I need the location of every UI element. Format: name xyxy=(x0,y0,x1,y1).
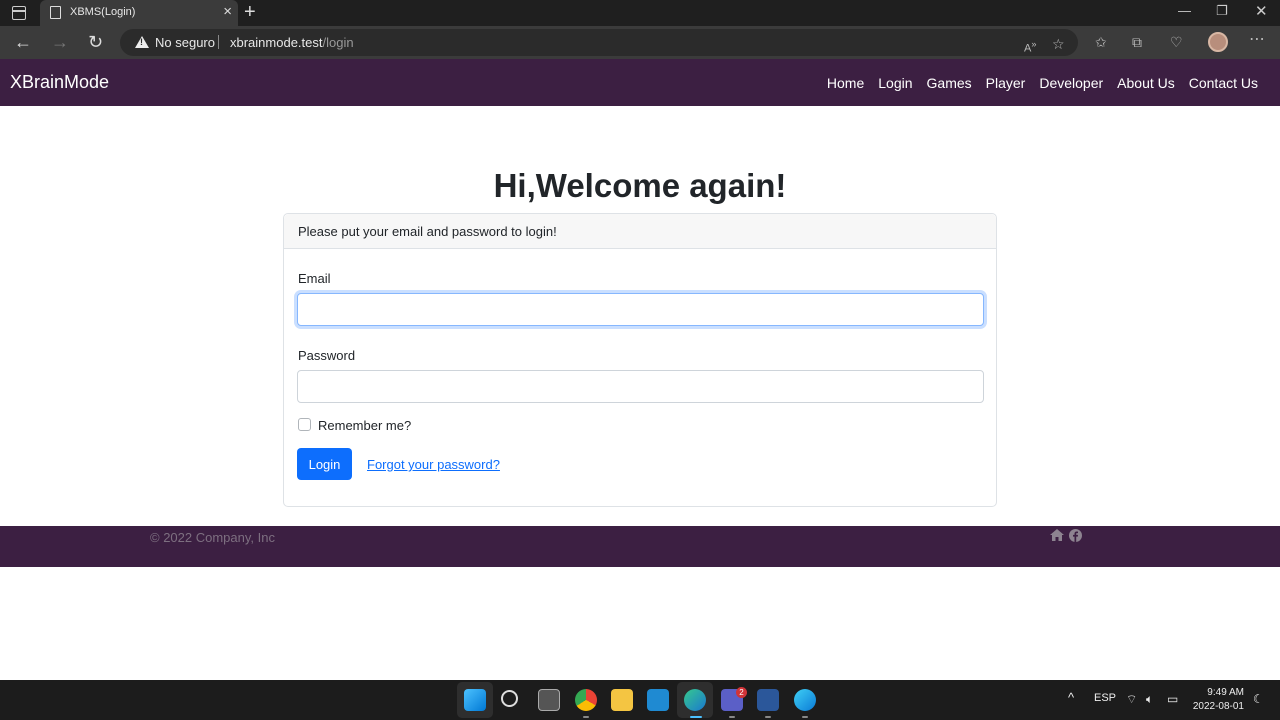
nav-contact-us[interactable]: Contact Us xyxy=(1189,75,1258,91)
site-footer: © 2022 Company, Inc xyxy=(0,526,1280,567)
favorites-icon[interactable]: ✩ xyxy=(1095,34,1107,50)
facebook-icon[interactable] xyxy=(1069,529,1082,545)
browser-tab-bar: XBMS(Login) × + — ❐ ✕ xyxy=(0,0,1280,26)
system-clock[interactable]: 9:49 AM 2022-08-01 xyxy=(1192,686,1244,714)
restore-icon[interactable]: ❐ xyxy=(1216,3,1228,19)
search-icon[interactable] xyxy=(501,690,518,707)
file-explorer-icon[interactable] xyxy=(611,689,633,711)
word-icon[interactable] xyxy=(757,689,779,711)
new-tab-icon[interactable]: + xyxy=(244,1,256,23)
remember-me-checkbox[interactable] xyxy=(298,418,311,431)
url-field[interactable]: No seguro xbrainmode.test/login A» ☆ xyxy=(120,29,1078,56)
app-running-indicator xyxy=(765,716,771,718)
notifications-icon[interactable]: ☾ xyxy=(1253,692,1264,706)
more-options-icon[interactable]: ⋯ xyxy=(1249,32,1265,48)
card-header: Please put your email and password to lo… xyxy=(284,214,996,249)
vscode-icon[interactable] xyxy=(647,689,669,711)
nav-player[interactable]: Player xyxy=(986,75,1026,91)
add-favorite-icon[interactable]: ☆ xyxy=(1052,36,1065,52)
tab-actions-icon[interactable] xyxy=(12,6,26,20)
notification-badge: 2 xyxy=(736,687,747,698)
app-running-indicator xyxy=(583,716,589,718)
chrome-icon[interactable] xyxy=(575,689,597,711)
site-navbar: XBrainMode Home Login Games Player Devel… xyxy=(0,59,1280,106)
nav-links: Home Login Games Player Developer About … xyxy=(827,75,1258,91)
edge-dev-icon[interactable] xyxy=(794,689,816,711)
collections-icon[interactable]: ⧉ xyxy=(1132,34,1142,50)
read-aloud-icon[interactable]: A» xyxy=(1024,36,1036,57)
password-label: Password xyxy=(298,348,356,363)
chevron-up-icon[interactable]: ^ xyxy=(1068,690,1074,705)
url-path: /login xyxy=(322,35,354,50)
remember-me-label[interactable]: Remember me? xyxy=(318,418,411,433)
close-window-icon[interactable]: ✕ xyxy=(1255,2,1268,20)
divider xyxy=(218,35,219,49)
page-icon xyxy=(50,6,61,19)
login-card: Please put your email and password to lo… xyxy=(283,213,997,507)
profile-avatar[interactable] xyxy=(1208,32,1228,52)
language-indicator[interactable]: ESP xyxy=(1094,692,1116,704)
app-running-indicator xyxy=(802,716,808,718)
nav-login[interactable]: Login xyxy=(878,75,912,91)
email-field[interactable] xyxy=(297,293,984,326)
nav-home[interactable]: Home xyxy=(827,75,864,91)
forgot-password-link[interactable]: Forgot your password? xyxy=(367,457,500,472)
start-icon[interactable] xyxy=(464,689,486,711)
url-text[interactable]: xbrainmode.test/login xyxy=(230,35,354,50)
browser-essentials-icon[interactable]: ♡ xyxy=(1170,34,1183,50)
address-bar-row: ← → ↻ No seguro xbrainmode.test/login A»… xyxy=(0,26,1280,59)
active-app-indicator xyxy=(690,716,702,718)
wifi-icon[interactable]: ⌔ xyxy=(1126,692,1137,707)
windows-taskbar: 2 ^ ESP ⌔ 🔈︎ ▭ 9:49 AM 2022-08-01 ☾ xyxy=(0,680,1280,720)
close-tab-icon[interactable]: × xyxy=(223,3,232,21)
warning-icon[interactable] xyxy=(135,36,149,48)
clock-time: 9:49 AM xyxy=(1207,687,1244,698)
brand-logo[interactable]: XBrainMode xyxy=(10,72,109,93)
url-host: xbrainmode.test xyxy=(230,35,323,50)
security-label[interactable]: No seguro xyxy=(155,35,215,50)
forward-icon[interactable]: → xyxy=(51,31,69,53)
password-field[interactable] xyxy=(297,370,984,403)
volume-icon[interactable]: 🔈︎ xyxy=(1146,692,1153,707)
login-button[interactable]: Login xyxy=(297,448,352,480)
tab-title: XBMS(Login) xyxy=(70,6,136,18)
page-title: Hi,Welcome again! xyxy=(493,167,787,204)
minimize-icon[interactable]: — xyxy=(1178,3,1191,18)
browser-tab[interactable]: XBMS(Login) × xyxy=(40,0,238,26)
copyright-text: © 2022 Company, Inc xyxy=(150,530,275,545)
edge-icon[interactable] xyxy=(684,689,706,711)
refresh-icon[interactable]: ↻ xyxy=(88,31,103,53)
nav-developer[interactable]: Developer xyxy=(1039,75,1103,91)
nav-games[interactable]: Games xyxy=(927,75,972,91)
email-label: Email xyxy=(298,271,331,286)
home-icon[interactable] xyxy=(1050,529,1064,544)
nav-about-us[interactable]: About Us xyxy=(1117,75,1175,91)
task-view-icon[interactable] xyxy=(538,689,560,711)
clock-date: 2022-08-01 xyxy=(1192,701,1244,712)
app-running-indicator xyxy=(729,716,735,718)
back-icon[interactable]: ← xyxy=(14,31,32,53)
battery-icon[interactable]: ▭ xyxy=(1167,692,1178,706)
